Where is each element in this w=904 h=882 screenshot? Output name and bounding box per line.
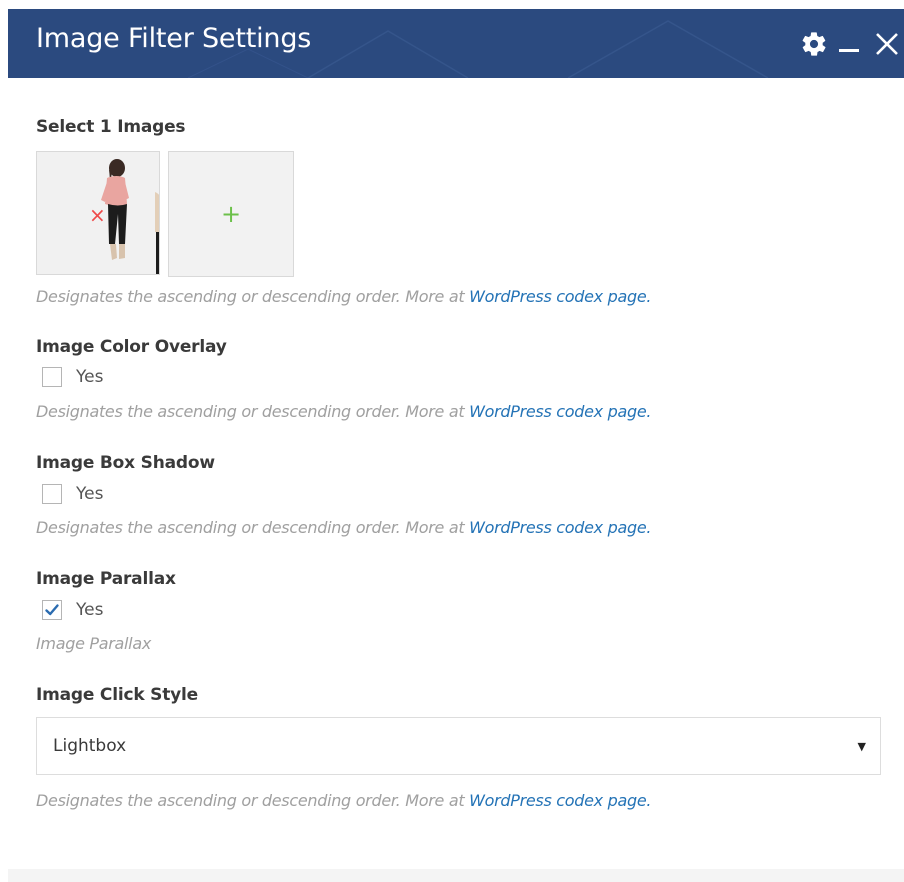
minimize-icon[interactable] bbox=[834, 26, 864, 62]
click-style-select[interactable]: Lightbox ▼ bbox=[36, 717, 881, 775]
gear-icon[interactable] bbox=[796, 26, 832, 62]
color-overlay-yes-label: Yes bbox=[76, 367, 104, 387]
settings-window: Image Filter Settings Select 1 Images × … bbox=[0, 0, 904, 882]
selected-image-thumb[interactable]: × bbox=[36, 151, 160, 275]
box-shadow-option: Yes bbox=[42, 479, 882, 509]
images-description: Designates the ascending or descending o… bbox=[36, 285, 882, 309]
dropdown-arrow-icon: ▼ bbox=[857, 739, 866, 753]
images-desc-text: Designates the ascending or descending o… bbox=[36, 287, 470, 306]
color-overlay-description: Designates the ascending or descending o… bbox=[36, 400, 882, 424]
box-shadow-description: Designates the ascending or descending o… bbox=[36, 516, 882, 540]
select-images-label: Select 1 Images bbox=[36, 117, 186, 137]
box-shadow-label: Image Box Shadow bbox=[36, 453, 215, 473]
click-style-desc-text: Designates the ascending or descending o… bbox=[36, 791, 470, 810]
remove-image-icon[interactable]: × bbox=[89, 205, 106, 225]
header-tools bbox=[796, 9, 904, 78]
click-style-label: Image Click Style bbox=[36, 685, 198, 705]
click-style-codex-link[interactable]: WordPress codex page. bbox=[469, 791, 651, 810]
parallax-checkbox[interactable] bbox=[42, 600, 62, 620]
parallax-option: Yes bbox=[42, 595, 882, 625]
parallax-label: Image Parallax bbox=[36, 569, 176, 589]
box-shadow-desc-text: Designates the ascending or descending o… bbox=[36, 518, 470, 537]
color-overlay-option: Yes bbox=[42, 362, 882, 392]
images-row: × + bbox=[36, 151, 882, 277]
box-shadow-yes-label: Yes bbox=[76, 484, 104, 504]
parallax-yes-label: Yes bbox=[76, 600, 104, 620]
window-header: Image Filter Settings bbox=[8, 9, 904, 78]
click-style-description: Designates the ascending or descending o… bbox=[36, 789, 882, 813]
color-overlay-checkbox[interactable] bbox=[42, 367, 62, 387]
box-shadow-checkbox[interactable] bbox=[42, 484, 62, 504]
click-style-selected-value: Lightbox bbox=[53, 736, 127, 756]
add-image-button[interactable]: + bbox=[168, 151, 294, 277]
bottom-strip bbox=[8, 869, 904, 882]
color-overlay-desc-text: Designates the ascending or descending o… bbox=[36, 402, 470, 421]
settings-content: Select 1 Images × + Designates the ascen… bbox=[36, 110, 882, 813]
color-overlay-codex-link[interactable]: WordPress codex page. bbox=[469, 402, 651, 421]
close-icon[interactable] bbox=[870, 26, 904, 62]
window-title: Image Filter Settings bbox=[36, 23, 312, 54]
images-codex-link[interactable]: WordPress codex page. bbox=[469, 287, 651, 306]
checkmark-icon bbox=[45, 604, 59, 616]
box-shadow-codex-link[interactable]: WordPress codex page. bbox=[469, 518, 651, 537]
parallax-description: Image Parallax bbox=[36, 634, 151, 653]
color-overlay-label: Image Color Overlay bbox=[36, 337, 227, 357]
